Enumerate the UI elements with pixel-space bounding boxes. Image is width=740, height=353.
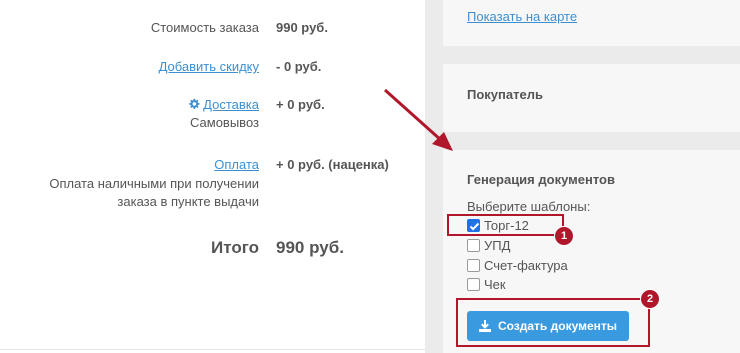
delivery-value: + 0 руб. — [276, 97, 325, 112]
divider — [0, 349, 425, 350]
order-cost-label: Стоимость заказа — [150, 20, 259, 35]
template-checkbox-upd[interactable]: УПД — [467, 237, 510, 253]
template-label: Счет-фактура — [484, 257, 568, 273]
step-badge: 2 — [640, 289, 660, 309]
template-label: УПД — [484, 237, 511, 253]
payment-value: + 0 руб. (наценка) — [276, 157, 389, 172]
delivery-method: Самовывоз — [190, 115, 259, 130]
template-label: Чек — [484, 276, 506, 292]
discount-value: - 0 руб. — [276, 59, 322, 74]
gear-icon — [189, 98, 200, 110]
step-badge: 1 — [554, 226, 574, 246]
total-value: 990 руб. — [276, 238, 344, 257]
payment-description: Оплата наличными при получении — [49, 176, 259, 191]
template-checkbox-receipt[interactable]: Чек — [467, 276, 506, 292]
payment-link[interactable]: Оплата — [214, 157, 259, 172]
order-cost-value: 990 руб. — [276, 20, 328, 35]
delivery-link[interactable]: Доставка — [203, 97, 259, 112]
checkbox[interactable] — [467, 238, 480, 252]
payment-description: заказа в пункте выдачи — [117, 194, 259, 209]
template-checkbox-invoice[interactable]: Счет-фактура — [467, 257, 568, 273]
show-on-map-link[interactable]: Показать на карте — [467, 9, 577, 24]
buyer-title: Покупатель — [467, 87, 543, 102]
choose-templates-label: Выберите шаблоны: — [467, 199, 591, 214]
docs-title: Генерация документов — [467, 172, 615, 187]
add-discount-link[interactable]: Добавить скидку — [159, 59, 259, 74]
checkbox[interactable] — [467, 277, 480, 291]
highlight-box — [456, 298, 650, 347]
total-label: Итого — [211, 238, 259, 257]
delivery-link-wrap[interactable]: Доставка — [188, 97, 259, 112]
arrow-icon — [383, 88, 453, 151]
checkbox[interactable] — [467, 258, 480, 272]
highlight-box — [447, 214, 564, 236]
